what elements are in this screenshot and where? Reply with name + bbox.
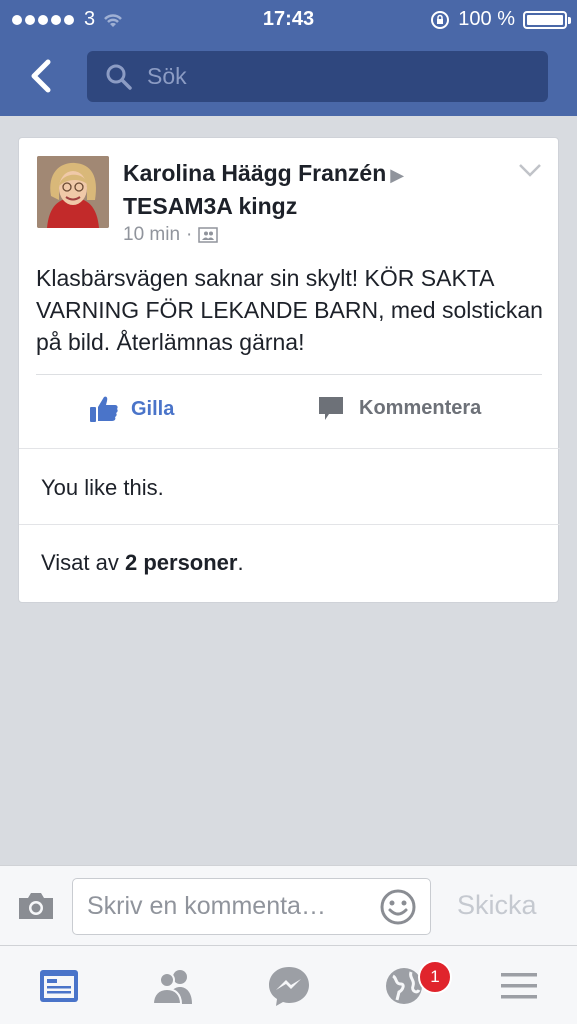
status-right: 100 % [430, 8, 571, 31]
profile-photo-icon [37, 156, 109, 228]
group-name[interactable]: TESAM3A kingz [123, 193, 297, 219]
seen-suffix: . [237, 550, 244, 575]
battery-percent: 100 % [458, 8, 515, 30]
smiley-icon[interactable] [379, 888, 417, 926]
friend-requests-icon[interactable] [150, 964, 196, 1008]
like-button[interactable]: Gilla [89, 394, 174, 424]
menu-icon[interactable] [496, 964, 542, 1008]
divider [36, 374, 542, 375]
likes-summary[interactable]: You like this. [41, 475, 164, 501]
post-card: Karolina Häägg Franzén ▶ TESAM3A kingz 10… [18, 137, 560, 603]
comment-placeholder: Skriv en kommenta… [87, 892, 326, 920]
nav-bar: Sök [0, 38, 577, 116]
news-feed-icon[interactable] [36, 964, 82, 1008]
search-input[interactable]: Sök [87, 51, 548, 102]
divider [19, 524, 560, 525]
camera-icon[interactable] [16, 890, 56, 922]
post-meta: 10 min · [123, 224, 219, 246]
send-button[interactable]: Skicka [457, 890, 537, 921]
seen-prefix: Visat av [41, 550, 125, 575]
comment-bubble-icon [319, 397, 343, 420]
seen-count: 2 personer [124, 550, 238, 575]
comment-composer: Skriv en kommenta… Skicka [0, 865, 577, 945]
chevron-down-icon[interactable] [518, 162, 542, 178]
thumbs-up-icon [90, 396, 118, 422]
divider [19, 448, 560, 449]
messenger-icon[interactable] [266, 964, 312, 1008]
comment-label: Kommentera [359, 396, 482, 419]
post-text: Klasbärsvägen saknar sin skylt! KÖR SAKT… [36, 265, 543, 355]
search-placeholder: Sök [147, 63, 187, 89]
notification-badge: 1 [418, 960, 452, 994]
search-icon [106, 64, 132, 90]
post-author[interactable]: Karolina Häägg Franzén ▶ TESAM3A kingz [123, 158, 513, 222]
post-time[interactable]: 10 min [123, 224, 180, 246]
avatar[interactable] [37, 156, 109, 228]
like-label: Gilla [131, 397, 175, 420]
battery-icon [523, 10, 571, 29]
post-actions: Gilla Kommentera [19, 376, 560, 448]
tab-bar: 1 [0, 945, 577, 1024]
orientation-lock-icon [431, 10, 450, 29]
group-privacy-icon [198, 227, 219, 243]
seen-by[interactable]: Visat av 2 personer. [41, 550, 244, 576]
status-bar: 3 17:43 100 % [0, 0, 577, 38]
author-name[interactable]: Karolina Häägg Franzén [123, 160, 386, 186]
comment-input[interactable]: Skriv en kommenta… [72, 878, 431, 935]
back-arrow-icon[interactable] [22, 52, 62, 100]
top-bar: 3 17:43 100 % Sök [0, 0, 577, 116]
meta-dot: · [186, 224, 193, 245]
post-target-separator: ▶ [390, 165, 405, 185]
comment-button[interactable]: Kommentera [317, 394, 481, 422]
